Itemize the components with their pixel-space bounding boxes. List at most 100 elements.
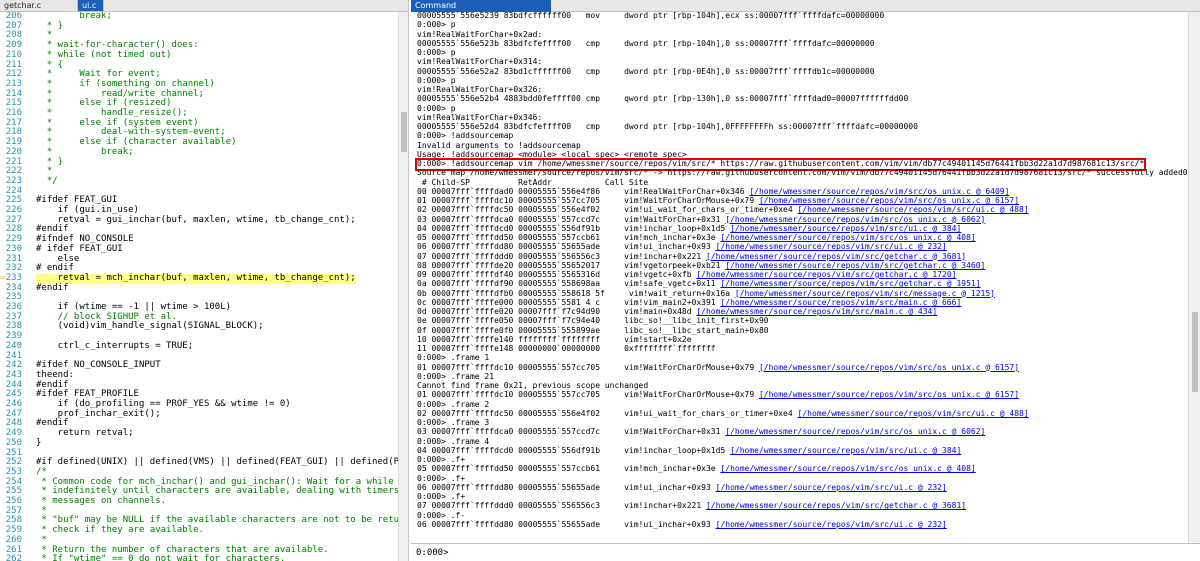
source-link[interactable]: [/home/wmessmer/source/repos/vim/src/get… xyxy=(706,252,966,261)
code-text: ctrl_c_interrupts = TRUE; xyxy=(36,340,194,351)
output-line: 0e 00007fff`ffffe050 00007fff`f7c94e40 l… xyxy=(417,316,769,326)
output-line: vim!RealWaitForChar+0x2ad: xyxy=(417,29,543,39)
command-vertical-scrollbar[interactable] xyxy=(1188,12,1200,543)
output-line: 07 00007fff`ffffddd0 00005555`556556c3 v… xyxy=(417,501,966,511)
code-text: */ xyxy=(36,175,58,186)
output-line: 00005555`556e5239 83bdfcffffff00 mov dwo… xyxy=(417,12,885,20)
frame-text: 0d 00007fff`ffffe020 00007fff`f7c94d90 v… xyxy=(417,307,697,316)
code-text: } xyxy=(36,437,42,448)
frame-text: 02 00007fff`ffffdc50 00005555`556e4f02 v… xyxy=(417,408,798,418)
source-link[interactable]: [/home/wmessmer/source/repos/vim/src/os_… xyxy=(720,464,975,473)
output-line: 06 00007fff`ffffdd80 00005555`55655ade v… xyxy=(417,482,947,493)
output-line: 0:000> p xyxy=(417,103,456,113)
output-line: Source map /home/wmessmer/source/repos/v… xyxy=(417,168,1188,178)
source-link[interactable]: [/home/wmessmer/source/repos/vim/src/os_… xyxy=(759,363,1019,372)
code-text: (void)vim_handle_signal(SIGNAL_BLOCK); xyxy=(36,321,264,332)
source-link[interactable]: [/home/wmessmer/source/repos/vim/src/mai… xyxy=(720,298,961,307)
code-text: #if defined(UNIX) || defined(VMS) || def… xyxy=(36,457,399,468)
tab-ui-c[interactable]: ui.c xyxy=(78,0,104,11)
frame-text: 02 00007fff`ffffdc50 00005555`556e4f02 v… xyxy=(417,205,798,215)
source-link[interactable]: [/home/wmessmer/source/repos/vim/src/ui.… xyxy=(798,205,1029,214)
frame-text: 05 00007fff`ffffdd50 00005555`557ccb61 v… xyxy=(417,233,721,242)
command-output: 00005555`556e5239 83bdfcffffff00 mov dwo… xyxy=(411,12,1188,543)
output-line: 0:000> p xyxy=(417,20,456,30)
code-text: retval = mch_inchar(buf, maxlen, wtime, … xyxy=(36,272,356,284)
output-line: 00005555`556e523b 83bdfcfeffff00 cmp dwo… xyxy=(417,38,875,48)
tab-command[interactable]: Command xyxy=(411,0,551,12)
line-number: 262 xyxy=(5,554,22,561)
tab-getchar-c[interactable]: getchar.c xyxy=(0,0,78,11)
output-line: 0:000> !addsourcemap xyxy=(417,131,514,141)
frame-text: 00 00007fff`ffffdad0 00005555`556e4f86 v… xyxy=(417,186,750,196)
frame-text: 06 00007fff`ffffdd80 00005555`55655ade v… xyxy=(417,482,716,492)
source-link[interactable]: [/home/wmessmer/source/repos/vim/src/os_… xyxy=(759,196,1019,205)
frame-text: 08 00007fff`ffffde20 00005555`55652017 v… xyxy=(417,260,726,270)
source-link[interactable]: [/home/wmessmer/source/repos/vim/src/get… xyxy=(706,501,966,510)
frame-text: 07 00007fff`ffffddd0 00005555`556556c3 v… xyxy=(417,501,706,511)
frame-text: 0a 00007fff`ffffdf90 00005555`558698aa v… xyxy=(417,279,721,289)
source-editor-pane: getchar.c ui.c 206 break; 207 * } 208 * 209… xyxy=(0,0,409,561)
frame-text: 01 00007fff`ffffdc10 00005555`557cc705 v… xyxy=(417,390,759,400)
output-line: 06 00007fff`ffffdd80 00005555`55655ade v… xyxy=(417,519,947,530)
code-line: 222 * xyxy=(0,166,399,177)
command-scrollbar-thumb[interactable] xyxy=(1192,312,1198,392)
frame-text: 06 00007fff`ffffdd80 00005555`55655ade v… xyxy=(417,242,716,252)
code-line: 238 (void)vim_handle_signal(SIGNAL_BLOCK… xyxy=(0,322,399,332)
source-link[interactable]: [/home/wmessmer/source/repos/vim/src/ui.… xyxy=(798,409,1029,418)
code-line: 221 * } xyxy=(0,157,399,168)
code-line: 262 * If "wtime" == 0 do not wait for ch… xyxy=(0,554,399,561)
code-line: 234 #endif xyxy=(0,282,399,294)
frame-text: 03 00007fff`ffffdca0 00005555`557ccd7c v… xyxy=(417,427,726,437)
frame-text: 07 00007fff`ffffddd0 00005555`556556c3 v… xyxy=(417,251,706,261)
source-link[interactable]: [/home/wmessmer/source/repos/vim/src/os_… xyxy=(749,187,1009,196)
source-link[interactable]: [/home/wmessmer/source/repos/vim/src/mai… xyxy=(696,307,937,316)
code-line: 223 */ xyxy=(0,175,399,187)
source-link[interactable]: [/home/wmessmer/source/repos/vim/src/get… xyxy=(725,261,985,270)
output-line: vim!RealWaitForChar+0x314: xyxy=(417,57,543,67)
frame-text: 03 00007fff`ffffdca0 00005555`557ccd7c v… xyxy=(417,214,726,224)
code-text: * If "wtime" == 0 do not wait for charac… xyxy=(36,554,286,561)
source-link[interactable]: [/home/wmessmer/source/repos/vim/src/ui.… xyxy=(716,483,947,492)
code-text: * check if they are available. xyxy=(36,525,204,536)
frame-text: 01 00007fff`ffffdc10 00005555`557cc705 v… xyxy=(417,196,759,205)
code-line: 249 return retval; xyxy=(0,428,399,439)
frame-text: 0c 00007fff`ffffe000 00005555`5581 4 c v… xyxy=(417,297,721,307)
output-line: Invalid arguments to !addsourcemap xyxy=(417,140,581,150)
editor-vertical-scrollbar[interactable] xyxy=(398,12,408,561)
source-link[interactable]: [/home/wmessmer/source/repos/vim/src/os_… xyxy=(759,390,1019,399)
output-line: 01 00007fff`ffffdc10 00005555`557cc705 v… xyxy=(417,362,1019,373)
code-line: 250} xyxy=(0,437,399,449)
source-link[interactable]: [/home/wmessmer/source/repos/vim/src/get… xyxy=(720,279,980,288)
source-link[interactable]: [/home/wmessmer/source/repos/vim/src/os_… xyxy=(720,233,975,242)
output-line: 02 00007fff`ffffdc50 00005555`556e4f02 v… xyxy=(417,408,1029,419)
frame-text: 01 00007fff`ffffdc10 00005555`557cc705 v… xyxy=(417,362,759,372)
output-line: 01 00007fff`ffffdc10 00005555`557cc705 v… xyxy=(417,390,1019,400)
source-link[interactable]: [/home/wmessmer/source/repos/vim/src/ui.… xyxy=(730,224,961,233)
code-line: 252 #if defined(UNIX) || defined(VMS) || … xyxy=(0,457,399,468)
frame-text: 0b 00007fff`ffffdfb0 00005555`558618 5f … xyxy=(417,288,735,298)
frame-text: 09 00007fff`ffffdf40 00005555`5565316d v… xyxy=(417,270,697,279)
command-input[interactable] xyxy=(447,546,1187,559)
source-link[interactable]: [/home/wmessmer/source/repos/vim/src/mes… xyxy=(735,289,995,298)
source-link[interactable]: [/home/wmessmer/source/repos/vim/src/os_… xyxy=(725,215,985,224)
editor-scrollbar-thumb[interactable] xyxy=(401,112,407,152)
frame-text: 05 00007fff`ffffdd50 00005555`557ccb61 v… xyxy=(417,464,721,474)
code-view[interactable]: 206 break; 207 * } 208 * 209 * wait-for-cha… xyxy=(0,12,399,561)
code-text: retval = gui_inchar(buf, maxlen, wtime, … xyxy=(36,214,356,225)
output-line: 03 00007fff`ffffdca0 00005555`557ccd7c v… xyxy=(417,427,985,437)
output-line: 05 00007fff`ffffdd50 00005555`557ccb61 v… xyxy=(417,464,976,474)
code-line: 259 * check if they are available. xyxy=(0,525,399,536)
source-link[interactable]: [/home/wmessmer/source/repos/vim/src/ui.… xyxy=(716,242,947,251)
frame-text: 04 00007fff`ffffdcd0 00005555`556df91b v… xyxy=(417,223,731,233)
output-line: 00005555`556e52b4 4883bdd0feffff00 cmp q… xyxy=(417,94,909,104)
frame-text: 06 00007fff`ffffdd80 00005555`55655ade v… xyxy=(417,519,716,529)
command-tab-bar: Command xyxy=(411,0,1200,12)
code-line: 256 * messages on channels. xyxy=(0,496,399,507)
command-window: Command 00005555`556e5239 83bdfcffffff00… xyxy=(411,0,1200,561)
code-text: #endif xyxy=(36,282,69,293)
source-link[interactable]: [/home/wmessmer/source/repos/vim/src/os_… xyxy=(725,427,985,436)
source-link[interactable]: [/home/wmessmer/source/repos/vim/src/ui.… xyxy=(716,520,947,529)
code-text: * messages on channels. xyxy=(36,496,167,506)
source-link[interactable]: [/home/wmessmer/source/repos/vim/src/ui.… xyxy=(730,446,961,455)
source-link[interactable]: [/home/wmessmer/source/repos/vim/src/get… xyxy=(696,270,956,279)
